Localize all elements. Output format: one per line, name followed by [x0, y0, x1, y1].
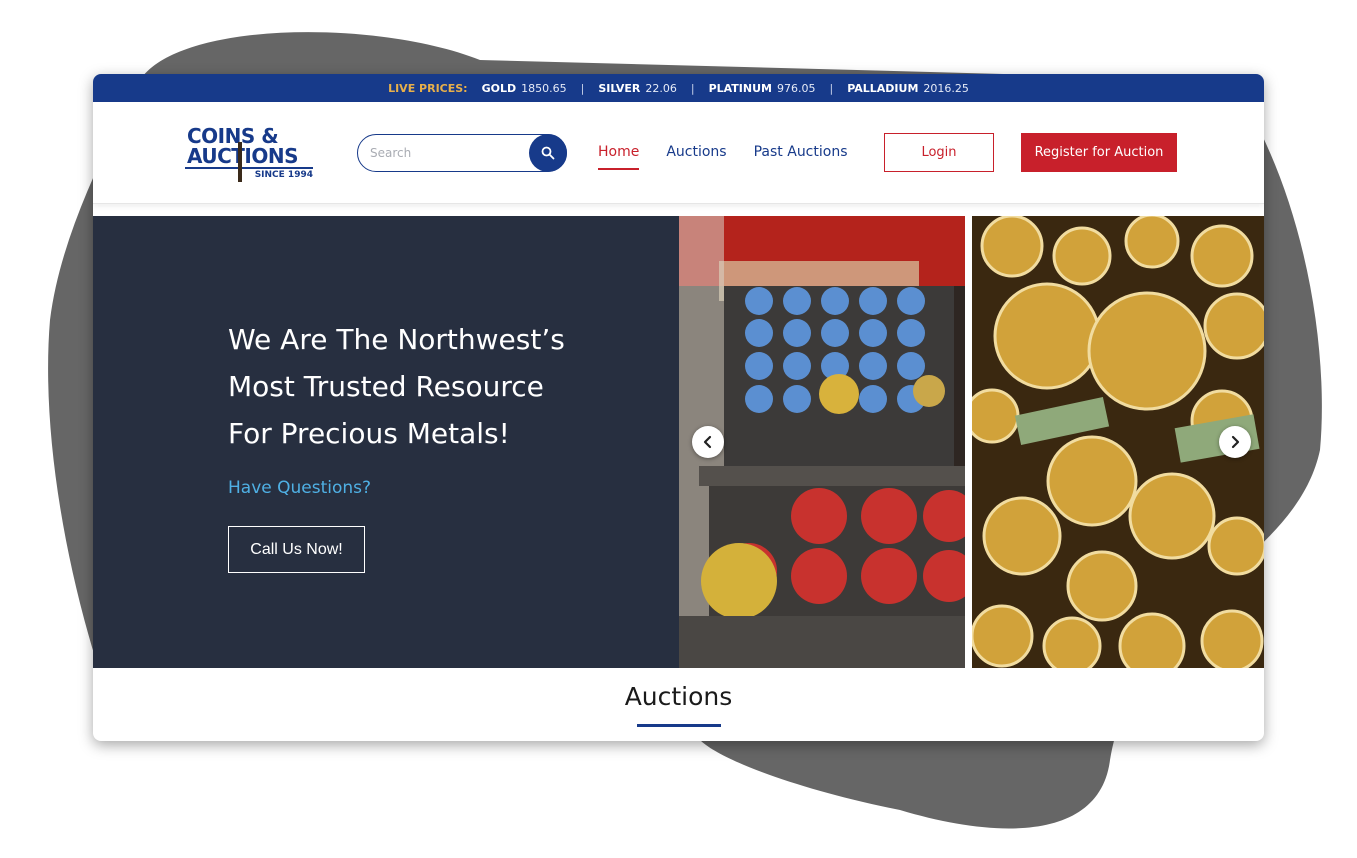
nav-past-auctions[interactable]: Past Auctions: [754, 144, 848, 170]
main-nav: Home Auctions Past Auctions: [598, 144, 875, 170]
hero-title-line-1: We Are The Northwest’s: [228, 323, 565, 356]
hero-text-panel: We Are The Northwest’s Most Trusted Reso…: [93, 216, 679, 668]
nav-auctions[interactable]: Auctions: [666, 144, 726, 170]
site-logo[interactable]: COINS & AUCTIONS SINCE 1994: [185, 124, 315, 182]
gold-price: 1850.65: [521, 81, 567, 95]
logo-since: SINCE 1994: [254, 170, 313, 180]
palladium-label: PALLADIUM: [847, 81, 919, 95]
platinum-price: 976.05: [776, 81, 816, 95]
search-button[interactable]: [529, 134, 567, 172]
silver-label: SILVER: [598, 81, 641, 95]
logo-line-1: COINS &: [187, 124, 279, 148]
search-box: [357, 134, 567, 172]
hero-title: We Are The Northwest’s Most Trusted Reso…: [228, 316, 648, 457]
live-prices-label: LIVE PRICES:: [388, 81, 468, 95]
register-button[interactable]: Register for Auction: [1021, 133, 1177, 172]
carousel-next-button[interactable]: [1219, 426, 1251, 458]
section-title-underline: [637, 724, 721, 727]
hero-title-line-2: Most Trusted Resource: [228, 370, 544, 403]
auctions-section-title: Auctions: [624, 682, 733, 711]
ticker-separator: |: [690, 81, 695, 95]
nav-home[interactable]: Home: [598, 144, 640, 170]
chevron-right-icon: [1231, 435, 1240, 449]
silver-price: 22.06: [645, 81, 677, 95]
login-button[interactable]: Login: [884, 133, 994, 172]
search-icon: [541, 146, 555, 160]
site-header: COINS & AUCTIONS SINCE 1994 Home Auction…: [93, 102, 1264, 204]
ticker-separator: |: [580, 81, 585, 95]
have-questions-link[interactable]: Have Questions?: [228, 478, 371, 498]
browser-window: LIVE PRICES: GOLD 1850.65 | SILVER 22.06…: [93, 74, 1264, 741]
gavel-icon: [238, 142, 242, 182]
logo-underline: [185, 167, 313, 169]
live-prices-bar: LIVE PRICES: GOLD 1850.65 | SILVER 22.06…: [93, 74, 1264, 102]
search-input[interactable]: [370, 143, 520, 163]
palladium-price: 2016.25: [923, 81, 969, 95]
gold-label: GOLD: [481, 81, 517, 95]
platinum-label: PLATINUM: [708, 81, 772, 95]
hero-banner: We Are The Northwest’s Most Trusted Reso…: [93, 216, 1264, 668]
carousel-prev-button[interactable]: [692, 426, 724, 458]
chevron-left-icon: [703, 435, 712, 449]
ticker-separator: |: [829, 81, 834, 95]
hero-title-line-3: For Precious Metals!: [228, 417, 510, 450]
call-us-button[interactable]: Call Us Now!: [228, 526, 365, 573]
